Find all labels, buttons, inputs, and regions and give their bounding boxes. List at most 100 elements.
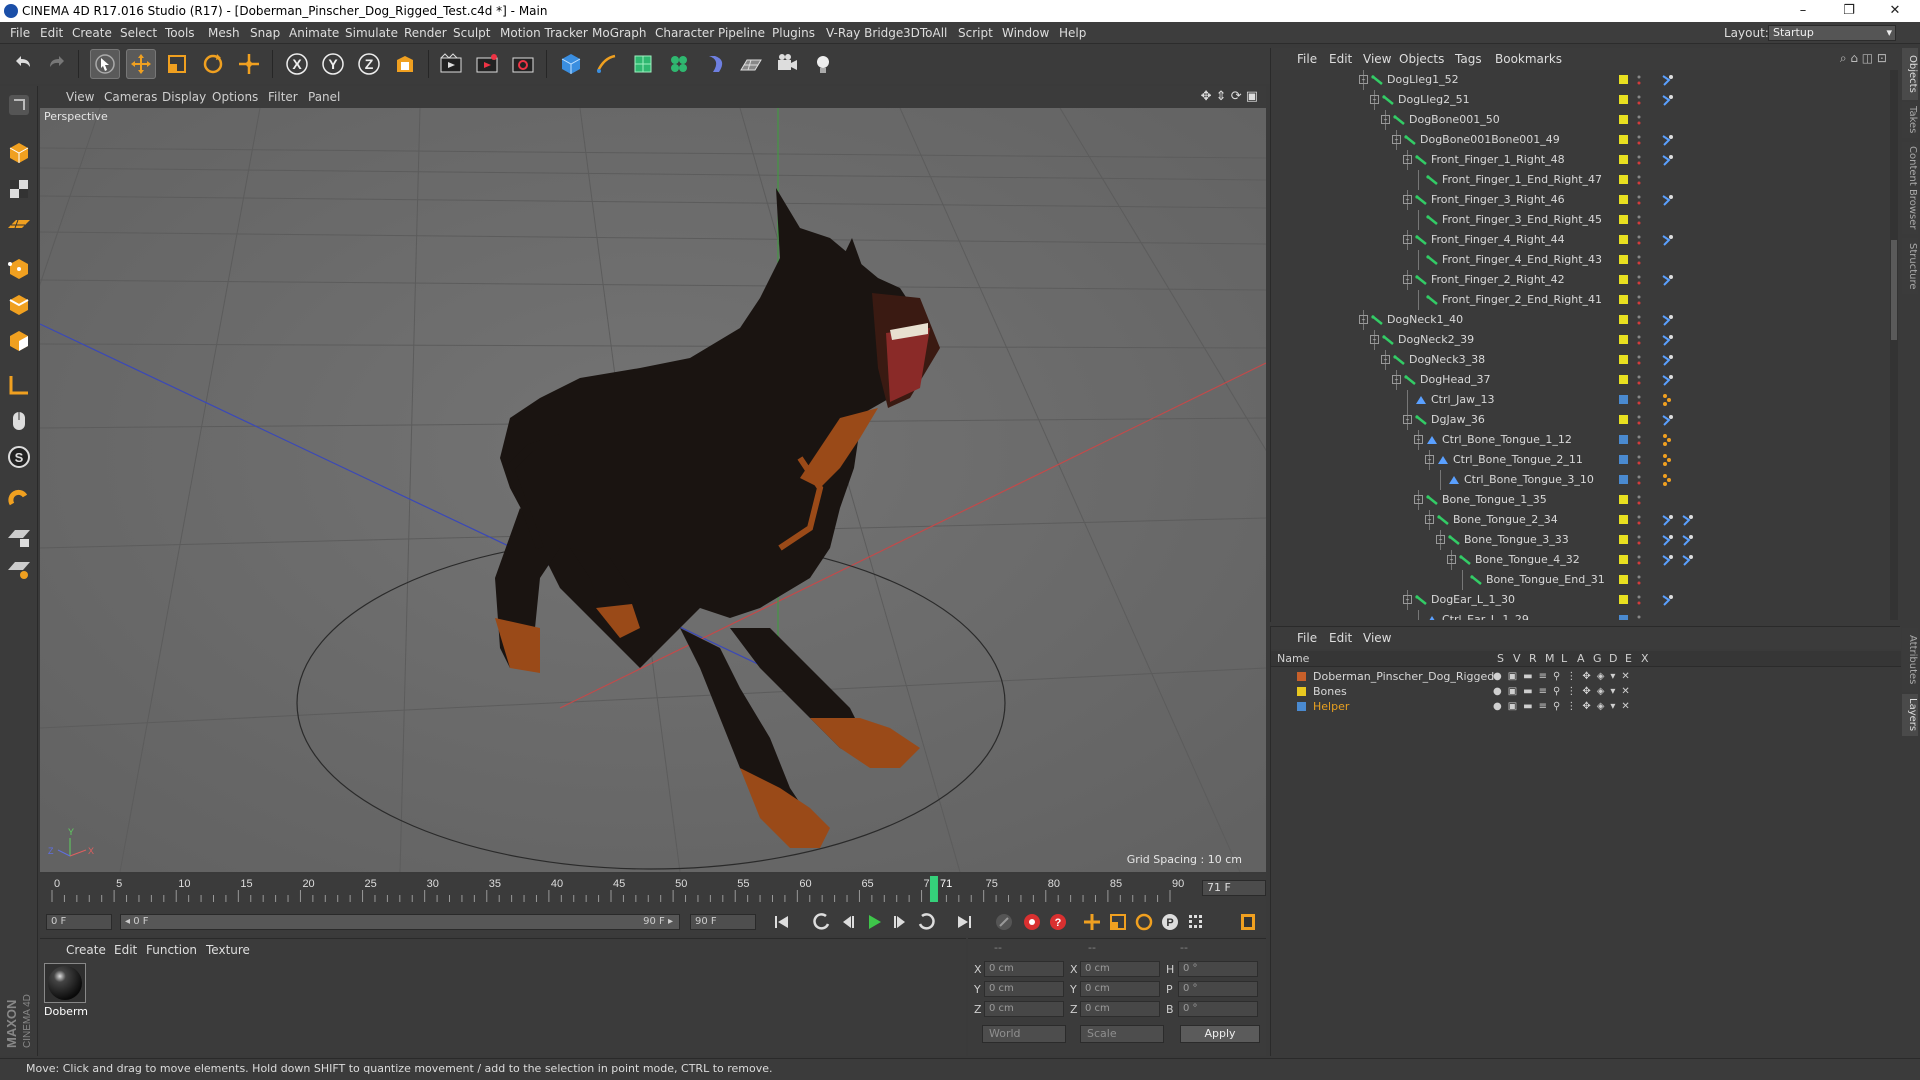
layer-color-swatch[interactable]: [1297, 687, 1306, 696]
menu-mesh[interactable]: Mesh: [208, 26, 240, 40]
size-x-field[interactable]: 0 cm: [1080, 961, 1160, 977]
collapse-toggle-icon[interactable]: –: [1403, 275, 1412, 284]
edges-mode-icon[interactable]: [4, 290, 34, 320]
ik-tag-icon[interactable]: [1661, 353, 1677, 367]
menu-create[interactable]: Create: [72, 26, 112, 40]
viewport-nav-icons[interactable]: ✥ ⇕ ⟳ ▣: [1201, 89, 1258, 104]
subdivision-icon[interactable]: [628, 49, 658, 79]
model-mode-icon[interactable]: [4, 90, 34, 120]
ik-tag-icon[interactable]: [1661, 73, 1677, 87]
layer-row[interactable]: Helper ●▣▬≡⚲⋮✥◈▾✕: [1271, 699, 1901, 714]
object-row[interactable]: – DogEar_L_1_30: [1271, 590, 1891, 610]
visibility-dots-icon[interactable]: [1637, 593, 1641, 607]
ik-tag-icon[interactable]: [1681, 553, 1697, 567]
ik-tag-icon[interactable]: [1661, 553, 1677, 567]
material-swatch[interactable]: [44, 963, 86, 1003]
next-key-icon[interactable]: [914, 910, 938, 934]
collapse-toggle-icon[interactable]: –: [1381, 355, 1390, 364]
play-icon[interactable]: [862, 910, 886, 934]
layer-color-swatch[interactable]: [1619, 275, 1628, 284]
visibility-dots-icon[interactable]: [1637, 273, 1641, 287]
visibility-dots-icon[interactable]: [1637, 493, 1641, 507]
vp-menu-options[interactable]: Options: [212, 90, 258, 104]
key-scale-icon[interactable]: [1106, 910, 1130, 934]
ik-tag-icon[interactable]: [1661, 93, 1677, 107]
polygons-mode-icon[interactable]: [4, 326, 34, 356]
visibility-dots-icon[interactable]: [1637, 133, 1641, 147]
y-axis-icon[interactable]: Y: [318, 49, 348, 79]
ik-tag-icon[interactable]: [1661, 193, 1677, 207]
pos-y-field[interactable]: 0 cm: [984, 981, 1064, 997]
menu-motion-tracker[interactable]: Motion Tracker: [500, 26, 588, 40]
layer-color-swatch[interactable]: [1619, 555, 1628, 564]
layer-color-swatch[interactable]: [1619, 215, 1628, 224]
key-position-icon[interactable]: [1080, 910, 1104, 934]
collapse-toggle-icon[interactable]: –: [1425, 455, 1434, 464]
object-row[interactable]: – DogNeck2_39: [1271, 330, 1891, 350]
constraint-tag-icon[interactable]: [1661, 473, 1677, 487]
layer-color-swatch[interactable]: [1619, 495, 1628, 504]
ik-tag-icon[interactable]: [1661, 233, 1677, 247]
layer-color-swatch[interactable]: [1619, 135, 1628, 144]
menu-render[interactable]: Render: [404, 26, 447, 40]
layer-flag-icons[interactable]: ●▣▬≡⚲⋮✥◈▾✕: [1493, 699, 1636, 714]
layer-color-swatch[interactable]: [1619, 155, 1628, 164]
vp-menu-display[interactable]: Display: [162, 90, 206, 104]
pos-z-field[interactable]: 0 cm: [984, 1001, 1064, 1017]
render-view-icon[interactable]: [436, 49, 466, 79]
light-icon[interactable]: [808, 49, 838, 79]
layer-color-swatch[interactable]: [1297, 702, 1306, 711]
menu-window[interactable]: Window: [1002, 26, 1049, 40]
end-frame-field[interactable]: 90 F: [690, 914, 756, 930]
object-row[interactable]: – DogLleg1_52: [1271, 70, 1891, 90]
object-row[interactable]: – Front_Finger_1_Right_48: [1271, 150, 1891, 170]
menu-script[interactable]: Script: [958, 26, 993, 40]
move-icon[interactable]: [126, 49, 156, 79]
next-frame-icon[interactable]: [888, 910, 912, 934]
collapse-toggle-icon[interactable]: –: [1392, 375, 1401, 384]
tab-takes[interactable]: Takes: [1902, 102, 1918, 138]
ik-tag-icon[interactable]: [1661, 413, 1677, 427]
collapse-toggle-icon[interactable]: –: [1403, 195, 1412, 204]
collapse-toggle-icon[interactable]: –: [1359, 75, 1368, 84]
object-row[interactable]: – Front_Finger_4_Right_44: [1271, 230, 1891, 250]
om-menu-view[interactable]: View: [1363, 52, 1391, 66]
record-icon[interactable]: [1020, 910, 1044, 934]
camera-icon[interactable]: [772, 49, 802, 79]
object-row[interactable]: Front_Finger_2_End_Right_41: [1271, 290, 1891, 310]
visibility-dots-icon[interactable]: [1637, 233, 1641, 247]
previous-frame-icon[interactable]: [836, 910, 860, 934]
visibility-dots-icon[interactable]: [1637, 353, 1641, 367]
tab-layers[interactable]: Layers: [1902, 694, 1918, 736]
object-row[interactable]: – DogLleg2_51: [1271, 90, 1891, 110]
layer-flag-icons[interactable]: ●▣▬≡⚲⋮✥◈▾✕: [1493, 669, 1636, 684]
object-row[interactable]: – DgJaw_36: [1271, 410, 1891, 430]
object-row[interactable]: Front_Finger_3_End_Right_45: [1271, 210, 1891, 230]
visibility-dots-icon[interactable]: [1637, 153, 1641, 167]
undo-icon[interactable]: [8, 49, 38, 79]
object-row[interactable]: – Bone_Tongue_4_32: [1271, 550, 1891, 570]
object-row[interactable]: Front_Finger_4_End_Right_43: [1271, 250, 1891, 270]
collapse-toggle-icon[interactable]: –: [1381, 115, 1390, 124]
visibility-dots-icon[interactable]: [1637, 313, 1641, 327]
collapse-toggle-icon[interactable]: –: [1436, 535, 1445, 544]
object-row[interactable]: – DogBone001_50: [1271, 110, 1891, 130]
menu-file[interactable]: File: [10, 26, 30, 40]
size-z-field[interactable]: 0 cm: [1080, 1001, 1160, 1017]
layer-color-swatch[interactable]: [1619, 175, 1628, 184]
menu-snap[interactable]: Snap: [250, 26, 280, 40]
object-row[interactable]: – Ctrl_Bone_Tongue_1_12: [1271, 430, 1891, 450]
collapse-toggle-icon[interactable]: –: [1392, 135, 1401, 144]
visibility-dots-icon[interactable]: [1637, 453, 1641, 467]
preview-range-slider[interactable]: ◂ 0 F 90 F ▸: [120, 914, 680, 930]
menu-3dtoall[interactable]: 3DToAll: [903, 26, 947, 40]
layer-row[interactable]: Bones ●▣▬≡⚲⋮✥◈▾✕: [1271, 684, 1901, 699]
motion-path-icon[interactable]: [992, 910, 1016, 934]
menu-animate[interactable]: Animate: [289, 26, 339, 40]
visibility-dots-icon[interactable]: [1637, 333, 1641, 347]
visibility-dots-icon[interactable]: [1637, 393, 1641, 407]
go-to-end-icon[interactable]: [952, 910, 976, 934]
material-name[interactable]: Doberm: [44, 1005, 88, 1018]
object-row[interactable]: Ctrl_Jaw_13: [1271, 390, 1891, 410]
ik-tag-icon[interactable]: [1681, 513, 1697, 527]
